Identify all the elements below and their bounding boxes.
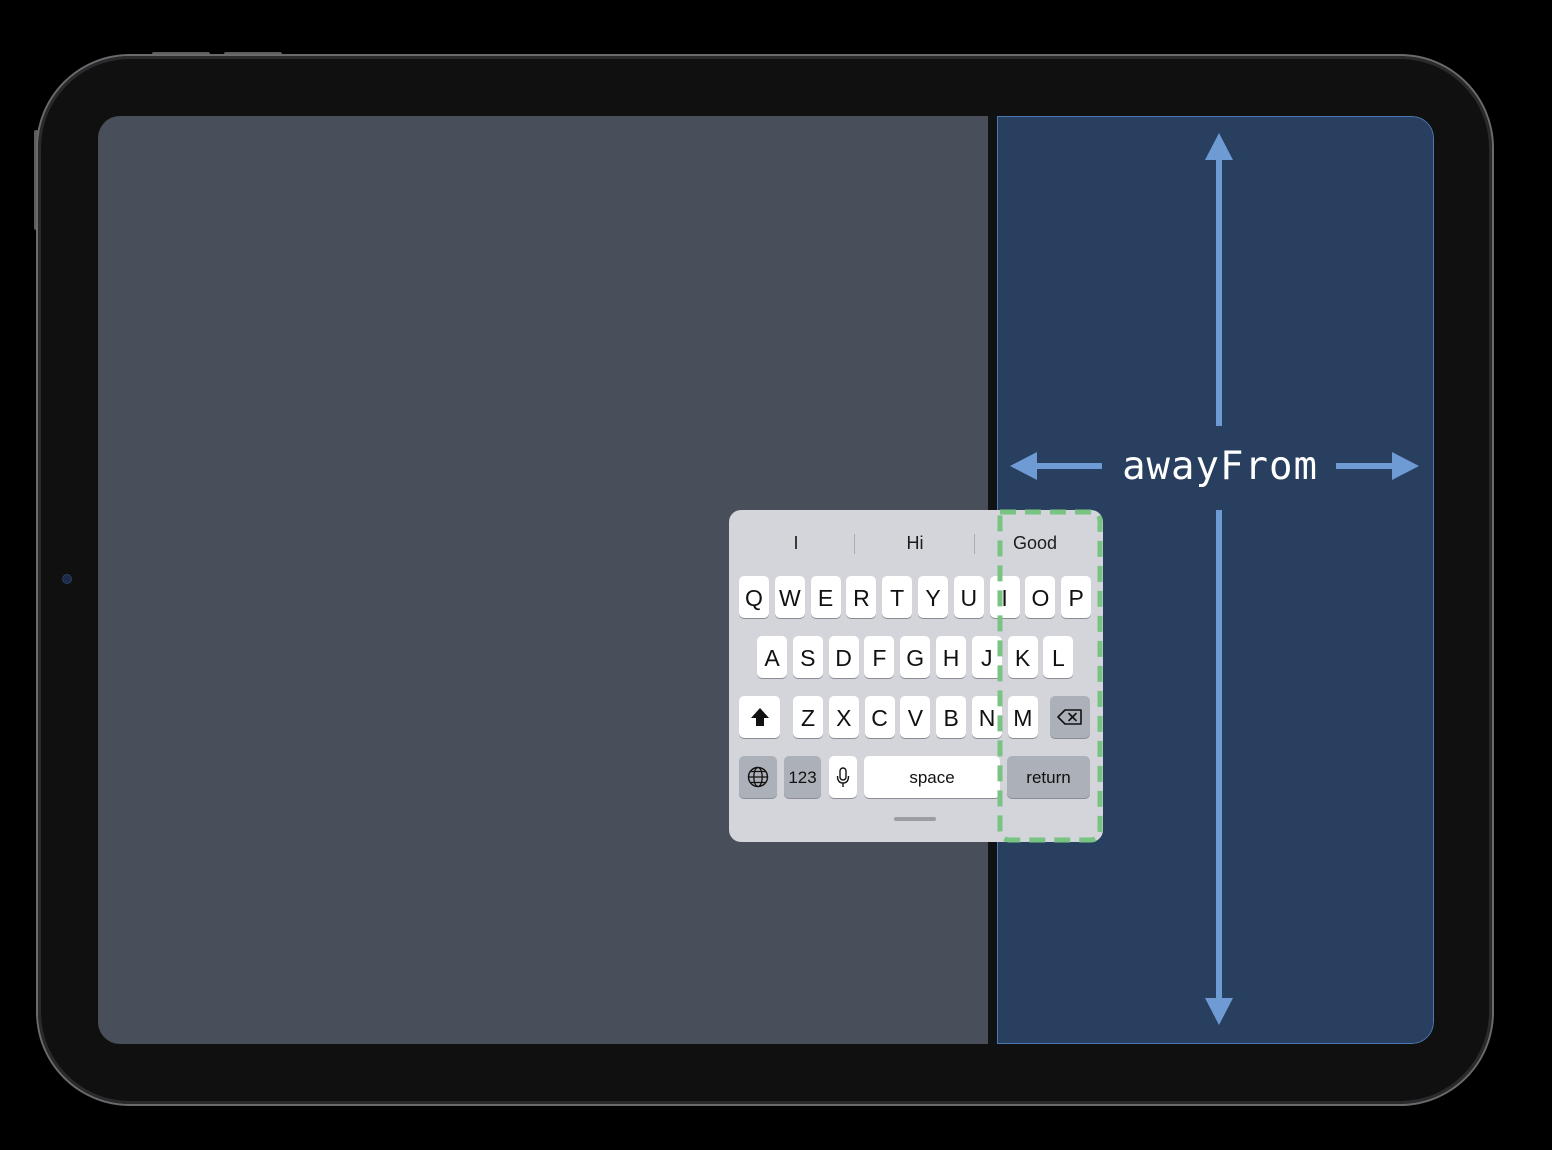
- key-row2-8[interactable]: L: [1043, 636, 1074, 678]
- key-row3-0[interactable]: Z: [793, 696, 823, 738]
- key-row2-2[interactable]: D: [828, 636, 859, 678]
- key-row2-6[interactable]: J: [971, 636, 1002, 678]
- key-row3-5[interactable]: N: [972, 696, 1002, 738]
- key-row3-2[interactable]: C: [864, 696, 895, 738]
- key-row1-1[interactable]: W: [774, 576, 805, 618]
- microphone-icon: [829, 756, 857, 798]
- key-row3-1[interactable]: X: [828, 696, 859, 738]
- key-row1-9[interactable]: P: [1061, 576, 1092, 618]
- key-row2-0[interactable]: A: [757, 636, 787, 678]
- key-row2-7[interactable]: K: [1007, 636, 1038, 678]
- key-row1-8[interactable]: O: [1025, 576, 1056, 618]
- key-row2-3[interactable]: F: [864, 636, 895, 678]
- shift-icon: [739, 696, 780, 738]
- key-row1-6[interactable]: U: [953, 576, 984, 618]
- suggestion-3[interactable]: Good: [975, 526, 1095, 560]
- dictation-key[interactable]: [829, 756, 857, 798]
- key-row1-7[interactable]: I: [989, 576, 1020, 618]
- globe-key[interactable]: [739, 756, 777, 798]
- stage: I Hi Good QWERTYUIOP ASDFGHJKL ZXCVBNM 1…: [0, 0, 1552, 1150]
- key-row2-5[interactable]: H: [936, 636, 966, 678]
- globe-icon: [739, 756, 777, 798]
- suggestion-2[interactable]: Hi: [855, 526, 975, 560]
- return-key[interactable]: return: [1007, 756, 1090, 798]
- floating-keyboard[interactable]: I Hi Good QWERTYUIOP ASDFGHJKL ZXCVBNM 1…: [729, 510, 1103, 842]
- key-row2-4[interactable]: G: [900, 636, 931, 678]
- away-from-label: awayFrom: [1122, 444, 1318, 489]
- key-row2-1[interactable]: S: [792, 636, 823, 678]
- numbers-key[interactable]: 123: [784, 756, 821, 798]
- suggestion-1[interactable]: I: [736, 526, 856, 560]
- key-row3-6[interactable]: M: [1007, 696, 1038, 738]
- shift-key[interactable]: [739, 696, 780, 738]
- keyboard-drag-handle[interactable]: [894, 817, 936, 821]
- camera-icon: [63, 575, 71, 583]
- key-row1-0[interactable]: Q: [739, 576, 769, 618]
- key-row1-4[interactable]: T: [882, 576, 913, 618]
- key-row1-3[interactable]: R: [846, 576, 877, 618]
- key-row3-4[interactable]: B: [936, 696, 967, 738]
- delete-key[interactable]: [1050, 696, 1090, 738]
- key-row1-5[interactable]: Y: [918, 576, 948, 618]
- key-row3-3[interactable]: V: [900, 696, 931, 738]
- delete-icon: [1050, 696, 1090, 738]
- suggestion-bar: I Hi Good: [729, 526, 1103, 560]
- space-key[interactable]: space: [864, 756, 1000, 798]
- key-row1-2[interactable]: E: [810, 576, 841, 618]
